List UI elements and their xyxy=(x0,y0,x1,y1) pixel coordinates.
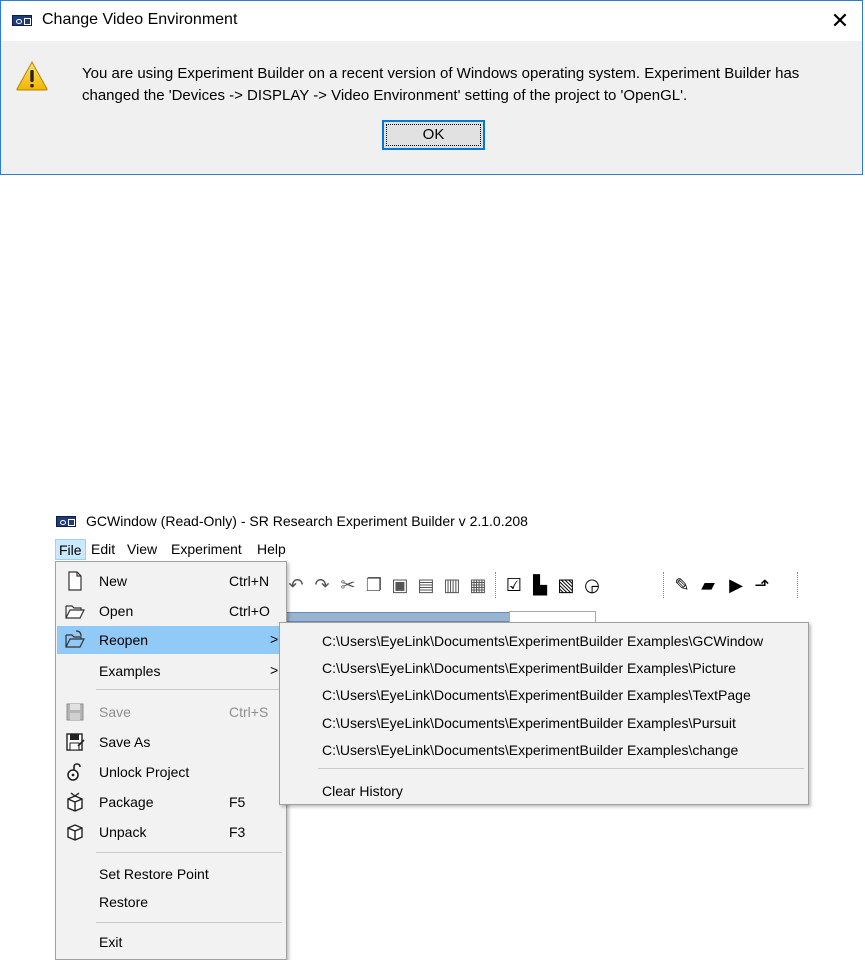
recent-project-path: C:\Users\EyeLink\Documents\ExperimentBui… xyxy=(322,660,736,676)
paste-icon[interactable]: ▣ xyxy=(389,574,411,596)
recent-project-item[interactable]: C:\Users\EyeLink\Documents\ExperimentBui… xyxy=(281,627,807,654)
menu-separator xyxy=(96,689,282,690)
paste-special-icon[interactable]: ▤ xyxy=(415,574,437,596)
reopen-folder-icon xyxy=(65,630,85,648)
file-menu-examples[interactable]: Examples > xyxy=(57,657,285,685)
brush-icon[interactable]: ✎ xyxy=(671,574,693,596)
package-icon xyxy=(67,792,83,812)
menu-item-shortcut: Ctrl+N xyxy=(229,573,270,589)
menu-item-shortcut: Ctrl+O xyxy=(229,603,270,619)
app-icon xyxy=(56,516,76,527)
menu-item-label: Unlock Project xyxy=(99,764,190,780)
recent-project-item[interactable]: C:\Users\EyeLink\Documents\ExperimentBui… xyxy=(281,654,807,681)
clear-history-item[interactable]: Clear History xyxy=(281,777,807,804)
file-menu-package[interactable]: Package F5 xyxy=(57,788,285,816)
menu-separator xyxy=(96,922,282,923)
check-icon[interactable]: ☑ xyxy=(503,574,525,596)
save-icon xyxy=(66,703,84,721)
window-titlebar[interactable]: GCWindow (Read-Only) - SR Research Exper… xyxy=(56,510,756,534)
redo-icon[interactable]: ↷ xyxy=(311,574,333,596)
menu-separator xyxy=(318,768,804,769)
menu-item-label: Set Restore Point xyxy=(99,866,209,882)
toolbar-separator xyxy=(495,572,497,598)
menu-edit[interactable]: Edit xyxy=(88,539,118,560)
recent-project-path: C:\Users\EyeLink\Documents\ExperimentBui… xyxy=(322,742,739,758)
dialog-close-button[interactable]: ✕ xyxy=(818,1,862,41)
library-icon[interactable]: ▧ xyxy=(555,574,577,596)
file-menu-exit[interactable]: Exit xyxy=(57,928,285,956)
build-icon[interactable]: ▙ xyxy=(529,574,551,596)
file-menu-restore[interactable]: Restore xyxy=(57,888,285,916)
menu-item-shortcut: F5 xyxy=(229,794,246,810)
export-icon[interactable]: ⬏ xyxy=(751,574,773,596)
menu-item-label: Save As xyxy=(99,734,151,750)
copy-icon[interactable]: ❐ xyxy=(363,574,385,596)
clone-icon[interactable]: ▦ xyxy=(467,574,489,596)
file-menu-set-restore-point[interactable]: Set Restore Point xyxy=(57,860,285,888)
recent-project-path: C:\Users\EyeLink\Documents\ExperimentBui… xyxy=(322,715,736,731)
menu-item-label: Save xyxy=(99,704,131,720)
warning-icon xyxy=(16,60,48,91)
ok-button[interactable]: OK xyxy=(382,120,485,150)
menu-item-label: Reopen xyxy=(99,632,149,648)
shape-icon[interactable]: ◶ xyxy=(581,574,603,596)
menu-item-label: Unpack xyxy=(99,824,147,840)
new-document-icon xyxy=(68,571,82,591)
file-menu-unlock-project[interactable]: Unlock Project xyxy=(57,758,285,786)
menu-item-label: Restore xyxy=(99,894,149,910)
clear-history-label: Clear History xyxy=(322,783,403,799)
window-title: GCWindow (Read-Only) - SR Research Exper… xyxy=(86,513,528,529)
menu-item-label: Exit xyxy=(99,934,123,950)
toolbar-separator xyxy=(797,572,799,598)
menu-item-shortcut: Ctrl+S xyxy=(229,704,269,720)
menu-item-label: Examples xyxy=(99,663,161,679)
submenu-arrow-icon: > xyxy=(270,631,279,647)
ok-button-label: OK xyxy=(386,124,481,146)
menu-item-label: Package xyxy=(99,794,154,810)
dialog-message: You are using Experiment Builder on a re… xyxy=(82,65,800,104)
recent-project-item[interactable]: C:\Users\EyeLink\Documents\ExperimentBui… xyxy=(281,736,807,763)
cut-icon[interactable]: ✂ xyxy=(337,574,359,596)
file-menu: New Ctrl+N Open Ctrl+O Reopen > Examples… xyxy=(55,561,287,960)
file-menu-reopen[interactable]: Reopen > xyxy=(57,626,285,654)
menu-item-label: New xyxy=(99,573,128,589)
delete-icon[interactable]: ▥ xyxy=(441,574,463,596)
deploy-icon[interactable]: ▰ xyxy=(697,574,719,596)
file-menu-save[interactable]: Save Ctrl+S xyxy=(57,698,285,726)
save-as-icon xyxy=(66,733,85,751)
menu-view[interactable]: View xyxy=(124,539,160,560)
menu-experiment[interactable]: Experiment xyxy=(168,539,245,560)
run-icon[interactable]: ▶ xyxy=(725,574,747,596)
dialog-title: Change Video Environment xyxy=(42,11,238,28)
recent-project-path: C:\Users\EyeLink\Documents\ExperimentBui… xyxy=(322,633,764,649)
recent-project-item[interactable]: C:\Users\EyeLink\Documents\ExperimentBui… xyxy=(281,709,807,736)
menu-item-shortcut: F3 xyxy=(229,824,246,840)
file-menu-save-as[interactable]: Save As xyxy=(57,728,285,756)
recent-project-item[interactable]: C:\Users\EyeLink\Documents\ExperimentBui… xyxy=(281,681,807,708)
unlock-icon xyxy=(67,763,81,781)
reopen-submenu: C:\Users\EyeLink\Documents\ExperimentBui… xyxy=(279,622,809,805)
file-menu-open[interactable]: Open Ctrl+O xyxy=(57,597,285,625)
menu-separator xyxy=(96,852,282,853)
menu-help[interactable]: Help xyxy=(254,539,289,560)
menu-file[interactable]: File xyxy=(55,539,86,560)
open-folder-icon xyxy=(65,605,85,619)
pane-header xyxy=(286,612,510,622)
dialog-titlebar[interactable]: Change Video Environment ✕ xyxy=(1,1,862,41)
file-menu-new[interactable]: New Ctrl+N xyxy=(57,567,285,595)
menu-item-label: Open xyxy=(99,603,134,619)
pane-frame xyxy=(509,611,596,622)
file-menu-unpack[interactable]: Unpack F3 xyxy=(57,818,285,846)
app-icon xyxy=(12,15,32,26)
submenu-arrow-icon: > xyxy=(270,662,279,678)
undo-icon[interactable]: ↶ xyxy=(285,574,307,596)
change-video-environment-dialog: Change Video Environment ✕ You are using… xyxy=(0,0,863,175)
toolbar: ↶ ↷ ✂ ❐ ▣ ▤ ▥ ▦ ☑ ▙ ▧ ◶ ✎ ▰ ▶ ⬏ xyxy=(285,568,810,602)
toolbar-separator xyxy=(663,572,665,598)
recent-project-path: C:\Users\EyeLink\Documents\ExperimentBui… xyxy=(322,687,751,703)
unpack-icon xyxy=(67,824,83,841)
